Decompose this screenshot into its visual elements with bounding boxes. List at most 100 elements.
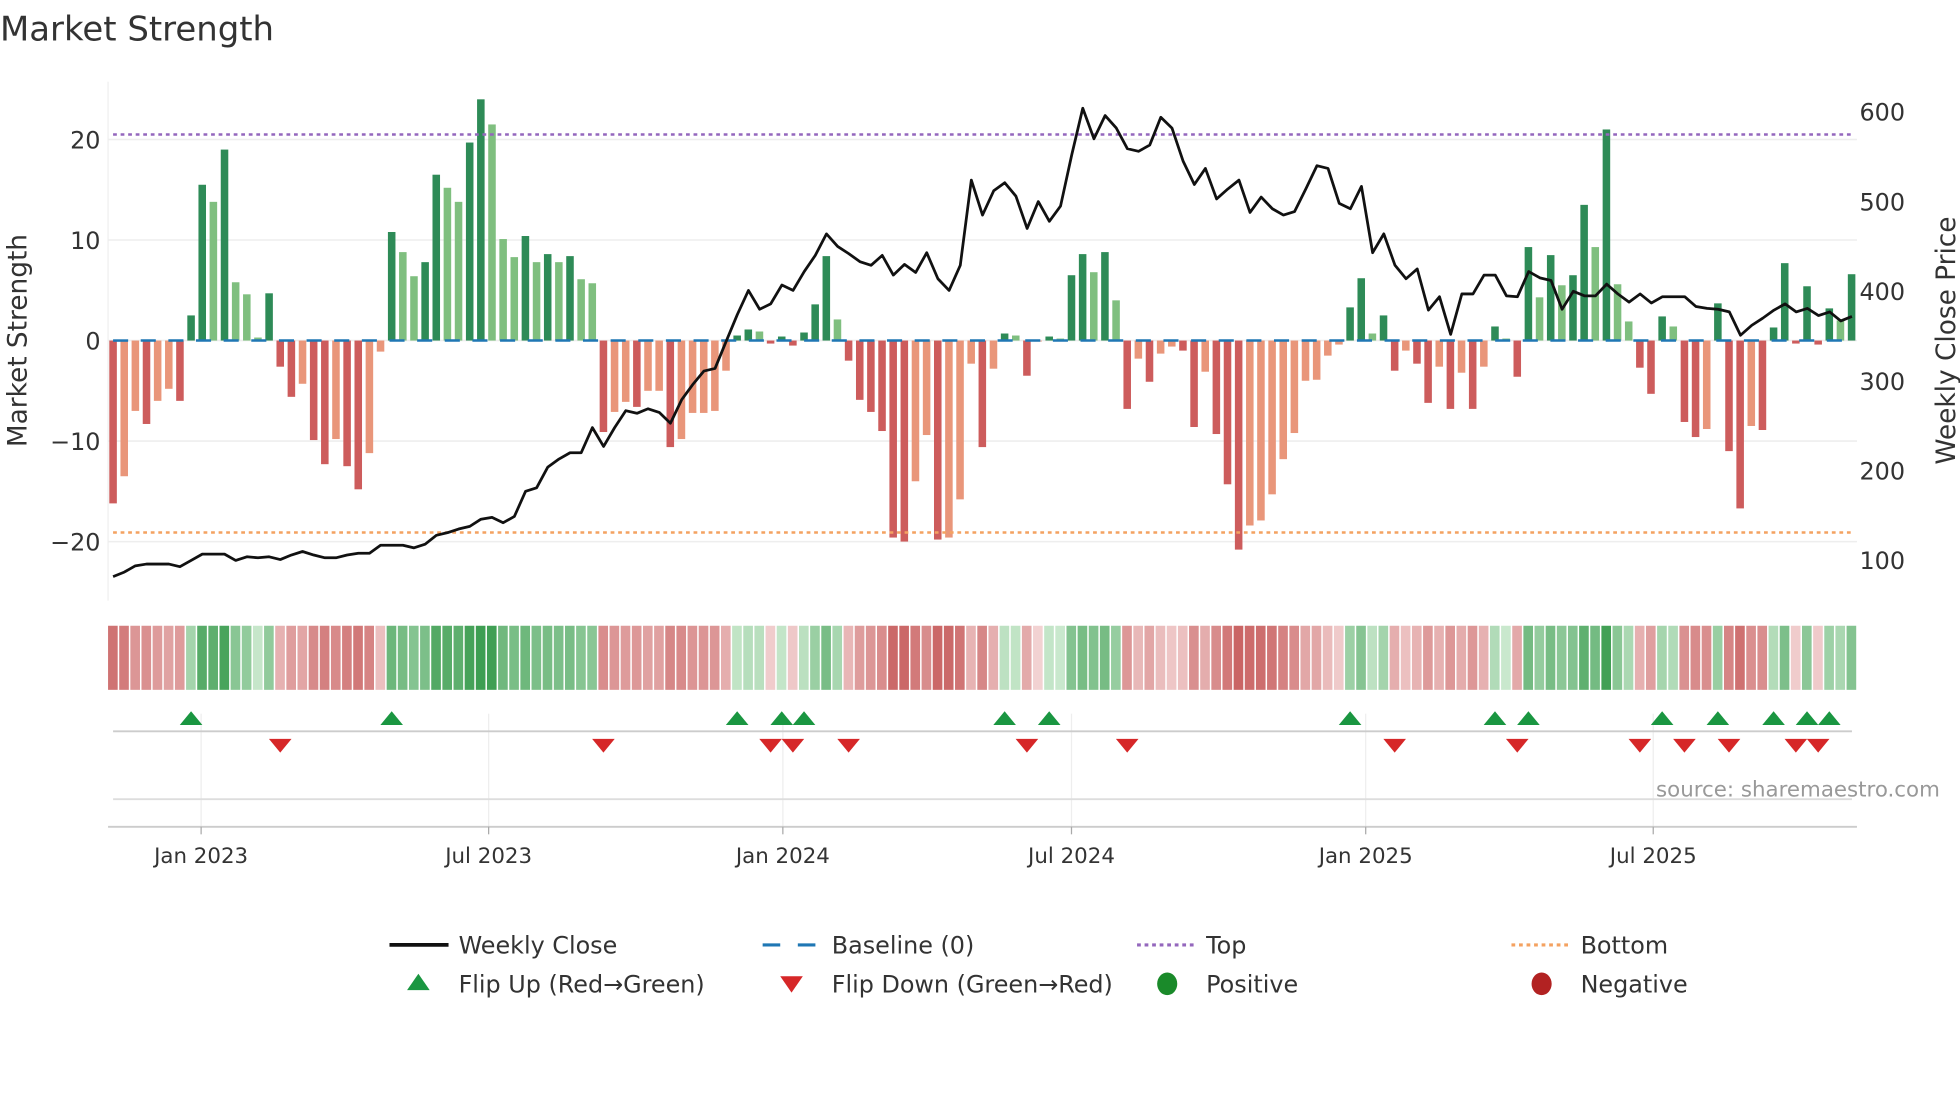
strip-cell (1601, 625, 1612, 690)
positive-bar (1491, 326, 1499, 341)
strip-cell (743, 625, 753, 690)
strip-cell (1701, 625, 1712, 690)
negative-bar (1636, 340, 1644, 368)
positive-bar (1669, 326, 1678, 341)
strip-cell (1088, 625, 1099, 690)
strip-cell (642, 625, 653, 690)
negative-bar (1725, 340, 1733, 452)
positive-bar (588, 283, 597, 341)
strip-cell (108, 625, 118, 690)
strip-cell (330, 625, 341, 690)
strip-cell (420, 625, 430, 690)
flip-markers (113, 711, 1852, 801)
negative-bar (599, 340, 608, 433)
strip-cell (130, 625, 140, 690)
strip-cell (966, 625, 976, 690)
strip-cell (186, 625, 196, 690)
negative-bar (131, 340, 140, 411)
flip-down-marker (781, 738, 805, 753)
positive-bar (1602, 129, 1611, 341)
grid (107, 81, 1857, 830)
strip-cell (1835, 625, 1846, 690)
left-axis: −20 −10 0 10 20 (50, 126, 100, 556)
strip-cell (1255, 625, 1266, 690)
strip-cell (877, 625, 887, 690)
negative-bar (1324, 340, 1332, 356)
strip-cell (631, 625, 642, 690)
negative-bar (677, 340, 686, 440)
strip-cell (1501, 625, 1511, 690)
negative-bar (1257, 340, 1265, 521)
right-tick-label: 500 (1859, 188, 1905, 216)
negative-bar (1134, 340, 1143, 359)
flip-down-marker (1505, 738, 1529, 753)
negative-bar (1680, 340, 1689, 422)
strip-cell (687, 625, 698, 690)
strip-cell (1657, 625, 1667, 690)
strip-cell (1021, 625, 1032, 690)
strip-cell (1411, 625, 1422, 690)
positive-bar (387, 231, 396, 341)
chart-title: Market Strength (0, 9, 274, 48)
negative-bar (1279, 340, 1288, 460)
legend-label: Flip Up (Red→Green) (459, 971, 705, 999)
positive-bar (231, 282, 240, 341)
strip-cell (1122, 625, 1132, 690)
negative-bar (287, 340, 296, 397)
strip-cell (1077, 625, 1088, 690)
market-strength-chart: Market Strength −20 −10 0 10 20 100 200 300 400… (0, 9, 1960, 999)
circle-icon (1531, 972, 1552, 996)
strip-cell (531, 625, 542, 690)
negative-bar (276, 340, 285, 367)
strip-cell (765, 625, 776, 690)
negative-bar (1312, 340, 1321, 380)
left-tick-label: 0 (85, 327, 100, 355)
strip-cell (1545, 625, 1556, 690)
negative-bar (1702, 340, 1711, 430)
x-tick-label: Jul 2024 (1026, 844, 1115, 869)
strip-cell (865, 625, 876, 690)
negative-bar (332, 340, 340, 440)
strip-cell (854, 625, 865, 690)
positive-bar (1658, 316, 1666, 341)
positive-bar (1112, 300, 1120, 341)
strip-cell (1824, 625, 1834, 690)
strip-cell (754, 625, 765, 690)
strip-cell (787, 625, 798, 690)
left-tick-label: 10 (70, 227, 100, 255)
right-tick-label: 600 (1859, 99, 1905, 127)
positive-bar (243, 294, 251, 341)
negative-bar (1212, 340, 1221, 435)
strip-cell (1668, 625, 1678, 690)
positive-bar (1546, 255, 1555, 341)
strip-cell (1801, 625, 1812, 690)
strip-cell (1746, 625, 1756, 690)
strip-cell (1768, 625, 1779, 690)
strip-cell (832, 625, 843, 690)
strip-cell (475, 625, 486, 690)
strip-cell (609, 625, 620, 690)
negative-bar (298, 340, 307, 384)
positive-bar (488, 124, 496, 341)
left-axis-label: Market Strength (3, 234, 33, 447)
strip-cell (1066, 625, 1077, 690)
strip-cell (676, 625, 687, 690)
negative-bar (1223, 340, 1232, 485)
strip-cell (1189, 625, 1199, 690)
positive-bar (220, 149, 229, 341)
positive-bar (209, 201, 218, 341)
triangle-up-icon (407, 973, 430, 991)
positive-bar (1067, 275, 1076, 341)
positive-bar (532, 262, 541, 341)
negative-bar (1457, 340, 1466, 373)
strip-cell (286, 625, 296, 690)
strip-cell (1010, 625, 1021, 690)
negative-bar (176, 340, 184, 401)
flip-up-marker (380, 711, 403, 726)
legend-label: Flip Down (Green→Red) (832, 971, 1113, 999)
strip-cell (1378, 625, 1389, 690)
negative-bar (1246, 340, 1254, 526)
strip-cell (654, 625, 664, 690)
strip-cell (1144, 625, 1155, 690)
positive-bar (521, 236, 530, 341)
